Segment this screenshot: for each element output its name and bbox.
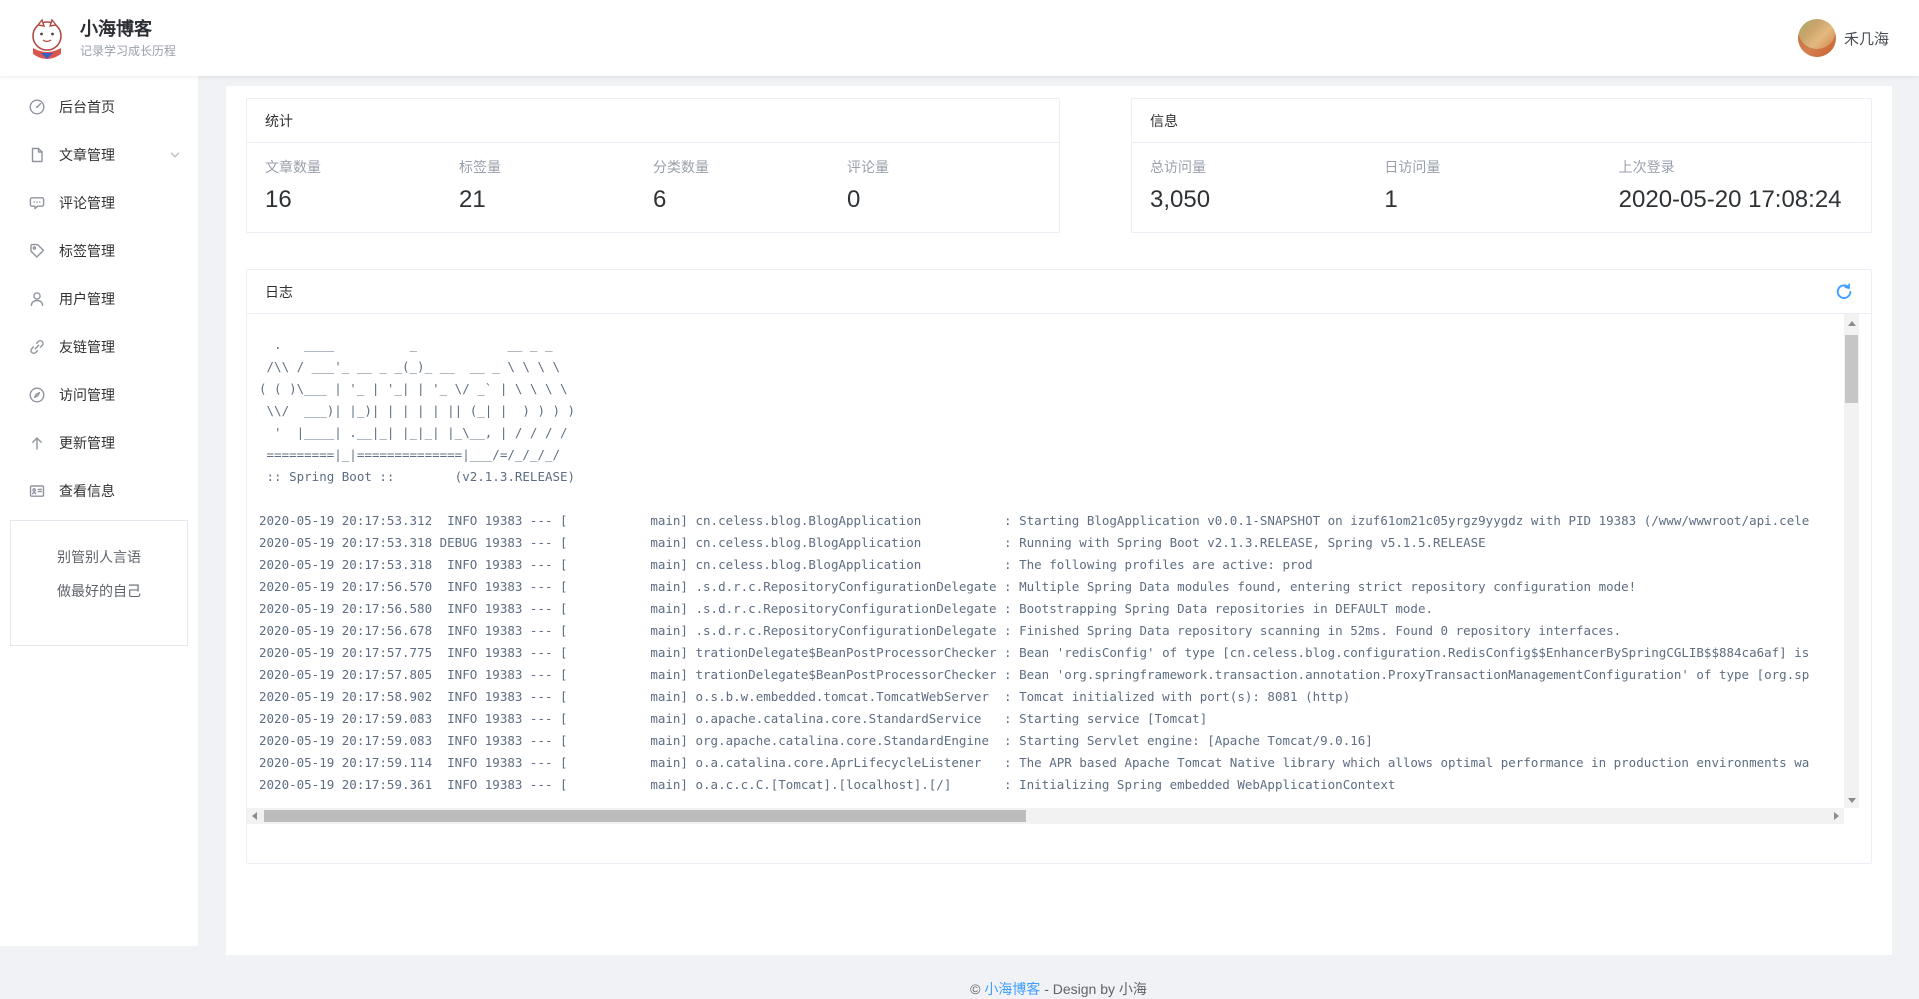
stat-total-visits: 总访问量 3,050 <box>1150 157 1384 214</box>
stat-value: 0 <box>847 186 1041 214</box>
footer-site-link[interactable]: 小海博客 <box>984 981 1040 997</box>
stat-value: 1 <box>1384 186 1618 214</box>
user-avatar <box>1798 19 1836 57</box>
stats-card: 统计 文章数量 16 标签量 21 分类数量 6 <box>246 98 1060 233</box>
stat-categories: 分类数量 6 <box>653 157 847 214</box>
stat-label: 上次登录 <box>1619 157 1853 177</box>
sidebar-item-visits[interactable]: 访问管理 <box>0 371 198 419</box>
motto-line-1: 别管别人言语 <box>17 547 181 567</box>
dashboard-icon <box>28 98 46 116</box>
log-card-header: 日志 <box>247 270 1871 314</box>
user-icon <box>28 290 46 308</box>
info-card-body: 总访问量 3,050 日访问量 1 上次登录 2020-05-20 17:08:… <box>1132 143 1871 232</box>
stat-articles: 文章数量 16 <box>265 157 459 214</box>
stats-card-body: 文章数量 16 标签量 21 分类数量 6 评论量 0 <box>247 143 1059 232</box>
content-panel: 统计 文章数量 16 标签量 21 分类数量 6 <box>226 86 1892 955</box>
brand-logo-link[interactable]: 小海博客 记录学习成长历程 <box>26 17 176 59</box>
site-logo-icon <box>26 17 68 59</box>
stat-label: 标签量 <box>459 157 653 177</box>
tag-icon <box>28 242 46 260</box>
info-card-header: 信息 <box>1132 99 1871 143</box>
vertical-scrollbar[interactable] <box>1844 314 1859 808</box>
spring-boot-banner: . ____ _ __ _ _ /\\ / ___'_ __ _ _(_)_ _… <box>259 337 575 484</box>
motto-line-2: 做最好的自己 <box>17 581 181 601</box>
sidebar-item-label: 标签管理 <box>59 241 182 261</box>
stat-label: 文章数量 <box>265 157 459 177</box>
top-cards-row: 统计 文章数量 16 标签量 21 分类数量 6 <box>246 98 1872 233</box>
link-icon <box>28 338 46 356</box>
log-card: 日志 . ____ _ __ _ _ /\\ / ___'_ __ _ _(_)… <box>246 269 1872 864</box>
sidebar-item-label: 更新管理 <box>59 433 182 453</box>
stat-value: 6 <box>653 186 847 214</box>
comment-icon <box>28 194 46 212</box>
horizontal-scrollbar[interactable] <box>247 808 1844 824</box>
info-card: 信息 总访问量 3,050 日访问量 1 上次登录 2020-05-20 17:… <box>1131 98 1872 233</box>
sidebar-item-articles[interactable]: 文章管理 <box>0 131 198 179</box>
refresh-icon[interactable] <box>1835 283 1853 301</box>
arrow-up-icon <box>28 434 46 452</box>
user-menu[interactable]: 禾几海 <box>1798 19 1889 57</box>
stat-value: 3,050 <box>1150 186 1384 214</box>
stat-value: 21 <box>459 186 653 214</box>
info-card-title: 信息 <box>1150 111 1178 131</box>
sidebar-item-label: 访问管理 <box>59 385 182 405</box>
sidebar-item-label: 后台首页 <box>59 97 182 117</box>
stat-value: 16 <box>265 186 459 214</box>
site-title: 小海博客 <box>80 18 176 40</box>
sidebar-item-label: 用户管理 <box>59 289 182 309</box>
sidebar-item-label: 评论管理 <box>59 193 182 213</box>
sidebar-item-users[interactable]: 用户管理 <box>0 275 198 323</box>
scroll-right-arrow-icon[interactable] <box>1829 808 1844 824</box>
log-lines: 2020-05-19 20:17:53.312 INFO 19383 --- [… <box>259 513 1809 792</box>
stat-last-login: 上次登录 2020-05-20 17:08:24 <box>1619 157 1853 214</box>
footer-copyright-prefix: © <box>970 981 984 997</box>
log-card-title: 日志 <box>265 282 293 302</box>
user-name: 禾几海 <box>1844 28 1889 49</box>
sidebar: 后台首页 文章管理 评论管理 标签管理 <box>0 76 198 946</box>
stat-comments: 评论量 0 <box>847 157 1041 214</box>
stat-label: 分类数量 <box>653 157 847 177</box>
sidebar-item-info[interactable]: 查看信息 <box>0 467 198 515</box>
stat-tags: 标签量 21 <box>459 157 653 214</box>
chevron-down-icon <box>168 148 182 162</box>
sidebar-item-label: 友链管理 <box>59 337 182 357</box>
horizontal-scrollbar-thumb[interactable] <box>264 810 1026 822</box>
scroll-left-arrow-icon[interactable] <box>247 808 262 824</box>
stats-card-header: 统计 <box>247 99 1059 143</box>
scroll-down-arrow-icon[interactable] <box>1844 793 1859 808</box>
log-scroll-area: . ____ _ __ _ _ /\\ / ___'_ __ _ _(_)_ _… <box>247 314 1871 824</box>
log-output: . ____ _ __ _ _ /\\ / ___'_ __ _ _(_)_ _… <box>247 314 1871 796</box>
motto-box: 别管别人言语 做最好的自己 <box>10 520 188 646</box>
site-subtitle: 记录学习成长历程 <box>80 42 176 59</box>
idcard-icon <box>28 482 46 500</box>
footer-suffix: - Design by 小海 <box>1040 981 1147 997</box>
main-content: 统计 文章数量 16 标签量 21 分类数量 6 <box>198 86 1919 956</box>
vertical-scrollbar-thumb[interactable] <box>1845 335 1858 403</box>
sidebar-item-comments[interactable]: 评论管理 <box>0 179 198 227</box>
stats-card-title: 统计 <box>265 111 293 131</box>
scroll-up-arrow-icon[interactable] <box>1844 316 1859 331</box>
stat-label: 总访问量 <box>1150 157 1384 177</box>
top-header: 小海博客 记录学习成长历程 禾几海 <box>0 0 1919 76</box>
sidebar-item-tags[interactable]: 标签管理 <box>0 227 198 275</box>
sidebar-item-update[interactable]: 更新管理 <box>0 419 198 467</box>
brand-text: 小海博客 记录学习成长历程 <box>80 18 176 59</box>
document-icon <box>28 146 46 164</box>
stat-label: 日访问量 <box>1384 157 1618 177</box>
sidebar-item-dashboard[interactable]: 后台首页 <box>0 83 198 131</box>
compass-icon <box>28 386 46 404</box>
sidebar-item-label: 查看信息 <box>59 481 182 501</box>
sidebar-menu: 后台首页 文章管理 评论管理 标签管理 <box>0 76 198 515</box>
stat-value: 2020-05-20 17:08:24 <box>1619 186 1853 214</box>
stat-daily-visits: 日访问量 1 <box>1384 157 1618 214</box>
footer: © 小海博客 - Design by 小海 <box>198 979 1919 999</box>
stat-label: 评论量 <box>847 157 1041 177</box>
sidebar-item-links[interactable]: 友链管理 <box>0 323 198 371</box>
log-card-bottom-padding <box>247 824 1871 863</box>
sidebar-item-label: 文章管理 <box>59 145 168 165</box>
